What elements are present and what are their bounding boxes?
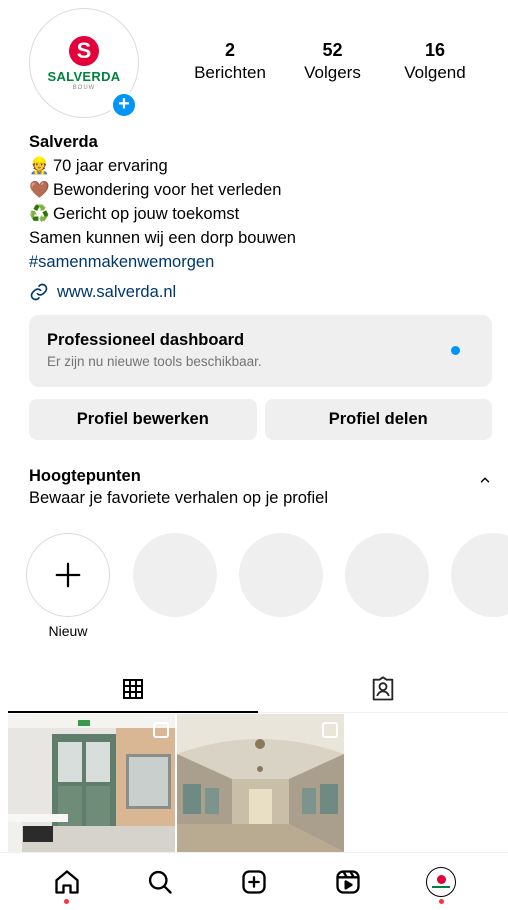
new-highlight-label: Nieuw [48, 623, 88, 639]
bio-line: ♻️ Gericht op jouw toekomst [29, 202, 489, 226]
profile-avatar-mini [426, 866, 457, 897]
share-profile-button[interactable]: Profiel delen [264, 399, 492, 440]
bio-line: Samen kunnen wij een dorp bouwen [29, 229, 296, 247]
profile-avatar-wrapper[interactable]: S SALVERDA BOUW + [29, 8, 139, 119]
select-checkbox-icon[interactable] [322, 722, 338, 738]
brown-heart-emoji-icon: 🤎 [29, 181, 50, 199]
home-icon [55, 869, 79, 894]
nav-home[interactable] [47, 862, 87, 904]
bio-line: 🤎 Bewondering voor het verleden [29, 178, 489, 202]
stat-label: Volgers [304, 63, 361, 82]
notification-dot [438, 898, 444, 904]
followers-count[interactable]: 52 Volgers [283, 40, 383, 83]
tagged-icon [372, 675, 394, 700]
stat-label: Volgend [404, 63, 466, 82]
nav-profile[interactable] [421, 862, 461, 904]
profile-name: Salverda [29, 133, 98, 151]
profile-actions: Profiel bewerken Profiel delen [29, 399, 492, 440]
dashboard-subtitle: Er zijn nu nieuwe tools beschikbaar. [47, 354, 262, 369]
salverda-logo-sub: BOUW [72, 84, 96, 91]
plus-icon [55, 562, 81, 588]
professional-dashboard[interactable]: Professioneel dashboard Er zijn nu nieuw… [29, 315, 492, 387]
nav-create[interactable] [234, 862, 274, 902]
new-highlight-circle[interactable] [26, 533, 110, 617]
tab-tagged[interactable] [258, 665, 508, 712]
new-highlight[interactable]: Nieuw [26, 533, 110, 639]
select-checkbox-icon[interactable] [153, 722, 169, 738]
bio-line: 👷 70 jaar ervaring [29, 154, 489, 178]
highlight-placeholder [345, 533, 429, 617]
highlight-placeholder [451, 533, 508, 617]
bio-text: 70 jaar ervaring [53, 157, 168, 175]
post-thumbnail[interactable] [177, 714, 344, 852]
bottom-navigation [0, 852, 508, 910]
highlight-placeholder-circle [239, 533, 323, 617]
add-story-icon[interactable]: + [110, 91, 138, 119]
highlights-subtitle: Bewaar je favoriete verhalen op je profi… [29, 489, 329, 507]
notification-dot [64, 898, 70, 904]
highlight-placeholder [133, 533, 217, 617]
tab-posts-grid[interactable] [8, 665, 258, 713]
profile-tabs [8, 665, 508, 713]
profile-bio: Salverda 👷 70 jaar ervaring 🤎 Bewondering … [29, 130, 489, 274]
link-text: www.salverda.nl [57, 282, 177, 301]
post-thumbnail[interactable] [8, 714, 175, 852]
following-count[interactable]: 16 Volgend [385, 40, 485, 83]
post-image-arched-corridor [177, 714, 344, 852]
dashboard-title: Professioneel dashboard [47, 331, 245, 349]
stat-label: Berichten [194, 63, 266, 82]
link-icon [30, 283, 48, 301]
profile-stats: 2 Berichten 52 Volgers 16 Volgend [180, 40, 485, 83]
highlights-header[interactable]: Hoogtepunten Bewaar je favoriete verhale… [29, 467, 492, 508]
highlight-placeholder-circle [345, 533, 429, 617]
stat-number: 16 [424, 40, 446, 60]
create-icon [242, 869, 266, 894]
highlight-placeholder-circle [451, 533, 508, 617]
bio-text: Gericht op jouw toekomst [53, 205, 240, 223]
salverda-mini-word-icon [432, 886, 451, 888]
stat-number: 2 [224, 40, 235, 60]
salverda-logo-mark: S [69, 35, 99, 66]
recycle-emoji-icon: ♻️ [29, 205, 50, 223]
highlights-title: Hoogtepunten [29, 467, 141, 485]
stat-number: 52 [322, 40, 343, 60]
highlight-placeholder [239, 533, 323, 617]
posts-count[interactable]: 2 Berichten [180, 40, 280, 83]
highlights-row: Nieuw [26, 533, 508, 643]
grid-icon [123, 678, 143, 699]
salverda-mini-logo-icon [436, 875, 446, 884]
edit-profile-button[interactable]: Profiel bewerken [29, 399, 257, 440]
nav-search[interactable] [140, 862, 180, 902]
bio-text: Bewondering voor het verleden [53, 181, 282, 199]
bio-hashtag[interactable]: #samenmakenwemorgen [29, 250, 489, 274]
worker-emoji-icon: 👷 [29, 157, 50, 175]
new-indicator-dot [451, 346, 460, 355]
chevron-up-icon[interactable] [478, 473, 492, 487]
post-image-hallway-doors [8, 714, 175, 852]
salverda-logo-word: SALVERDA [47, 68, 121, 84]
posts-grid [8, 714, 344, 852]
highlight-placeholder-circle [133, 533, 217, 617]
profile-website-link[interactable]: www.salverda.nl [29, 282, 176, 302]
reels-icon [335, 869, 360, 894]
nav-reels[interactable] [328, 862, 368, 902]
search-icon [149, 870, 173, 894]
